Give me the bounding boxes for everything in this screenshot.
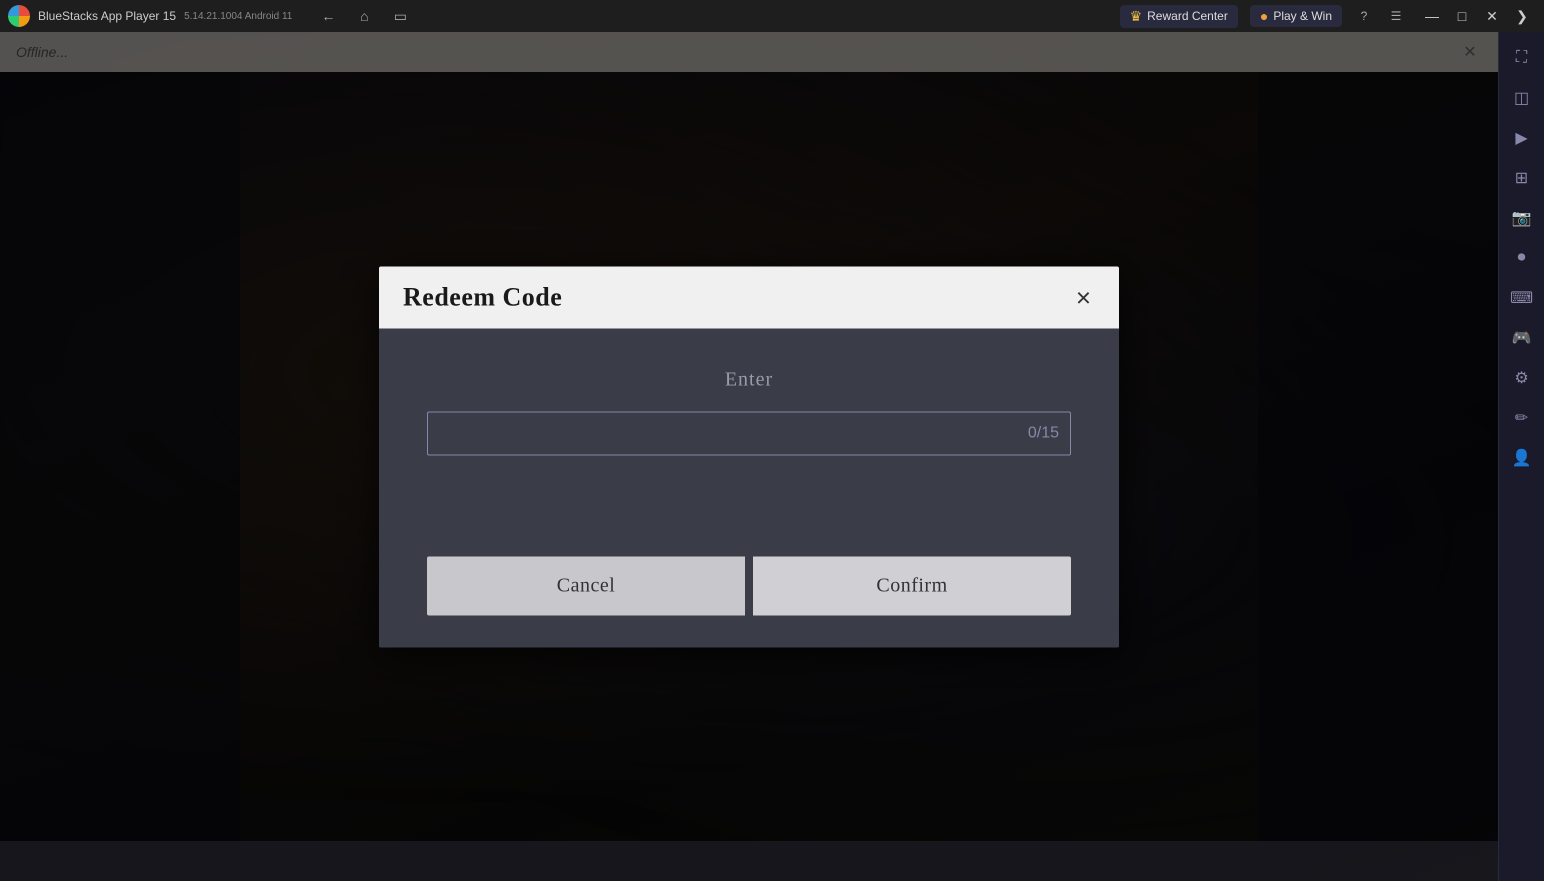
redeem-code-modal: Redeem Code × Enter 0/15 Cancel Confirm: [379, 266, 1119, 647]
modal-footer: Cancel Confirm: [379, 548, 1119, 647]
settings-sidebar-icon[interactable]: ⚙: [1504, 360, 1540, 396]
record-sidebar-icon[interactable]: ⏺: [1504, 240, 1540, 276]
reward-center-label: Reward Center: [1147, 9, 1228, 23]
nav-buttons: ← ⌂ ▭: [316, 4, 412, 28]
reward-center-button[interactable]: ♛ Reward Center: [1120, 5, 1238, 28]
modal-close-button[interactable]: ×: [1072, 284, 1095, 310]
redeem-code-input[interactable]: [427, 411, 1071, 455]
close-button[interactable]: ✕: [1478, 2, 1506, 30]
confirm-button[interactable]: Confirm: [753, 556, 1071, 615]
home-button[interactable]: ⌂: [352, 4, 376, 28]
user-sidebar-icon[interactable]: 👤: [1504, 440, 1540, 476]
coin-icon: ●: [1260, 8, 1268, 24]
window-controls: — □ ✕ ❯: [1418, 2, 1536, 30]
expand-sidebar-icon[interactable]: ⛶: [1504, 40, 1540, 76]
enter-label: Enter: [725, 368, 773, 391]
app-name: BlueStacks App Player 15: [38, 9, 176, 23]
back-button[interactable]: ←: [316, 4, 340, 28]
sidebar-toggle-button[interactable]: ❯: [1508, 2, 1536, 30]
code-input-wrapper: 0/15: [427, 411, 1071, 455]
titlebar: BlueStacks App Player 15 5.14.21.1004 An…: [0, 0, 1544, 32]
modal-body: Enter 0/15: [379, 328, 1119, 548]
game-content-area: Offline... ✕ Redeem Code × Enter 0/15 Ca…: [0, 32, 1498, 881]
modal-header: Redeem Code ×: [379, 266, 1119, 328]
brush-sidebar-icon[interactable]: ✏: [1504, 400, 1540, 436]
keyboard-sidebar-icon[interactable]: ⌨: [1504, 280, 1540, 316]
menu-button[interactable]: ☰: [1386, 6, 1406, 26]
layers-button[interactable]: ▭: [388, 4, 412, 28]
maximize-button[interactable]: □: [1448, 2, 1476, 30]
bluestacks-logo: [8, 5, 30, 27]
cancel-button[interactable]: Cancel: [427, 556, 745, 615]
right-sidebar: ⛶ ◫ ▶ ⊞ 📷 ⏺ ⌨ 🎮 ⚙ ✏ 👤: [1498, 32, 1544, 881]
play-win-button[interactable]: ● Play & Win: [1250, 5, 1342, 27]
crown-icon: ♛: [1130, 8, 1143, 25]
play-win-label: Play & Win: [1273, 9, 1332, 23]
app-version: 5.14.21.1004 Android 11: [184, 11, 292, 22]
camera-sidebar-icon[interactable]: 📷: [1504, 200, 1540, 236]
grid-sidebar-icon[interactable]: ⊞: [1504, 160, 1540, 196]
help-button[interactable]: ?: [1354, 6, 1374, 26]
modal-title: Redeem Code: [403, 282, 562, 312]
gamepad-sidebar-icon[interactable]: 🎮: [1504, 320, 1540, 356]
minimize-button[interactable]: —: [1418, 2, 1446, 30]
media-sidebar-icon[interactable]: ▶: [1504, 120, 1540, 156]
layers-sidebar-icon[interactable]: ◫: [1504, 80, 1540, 116]
titlebar-right: ♛ Reward Center ● Play & Win ? ☰ — □ ✕ ❯: [1120, 2, 1536, 30]
